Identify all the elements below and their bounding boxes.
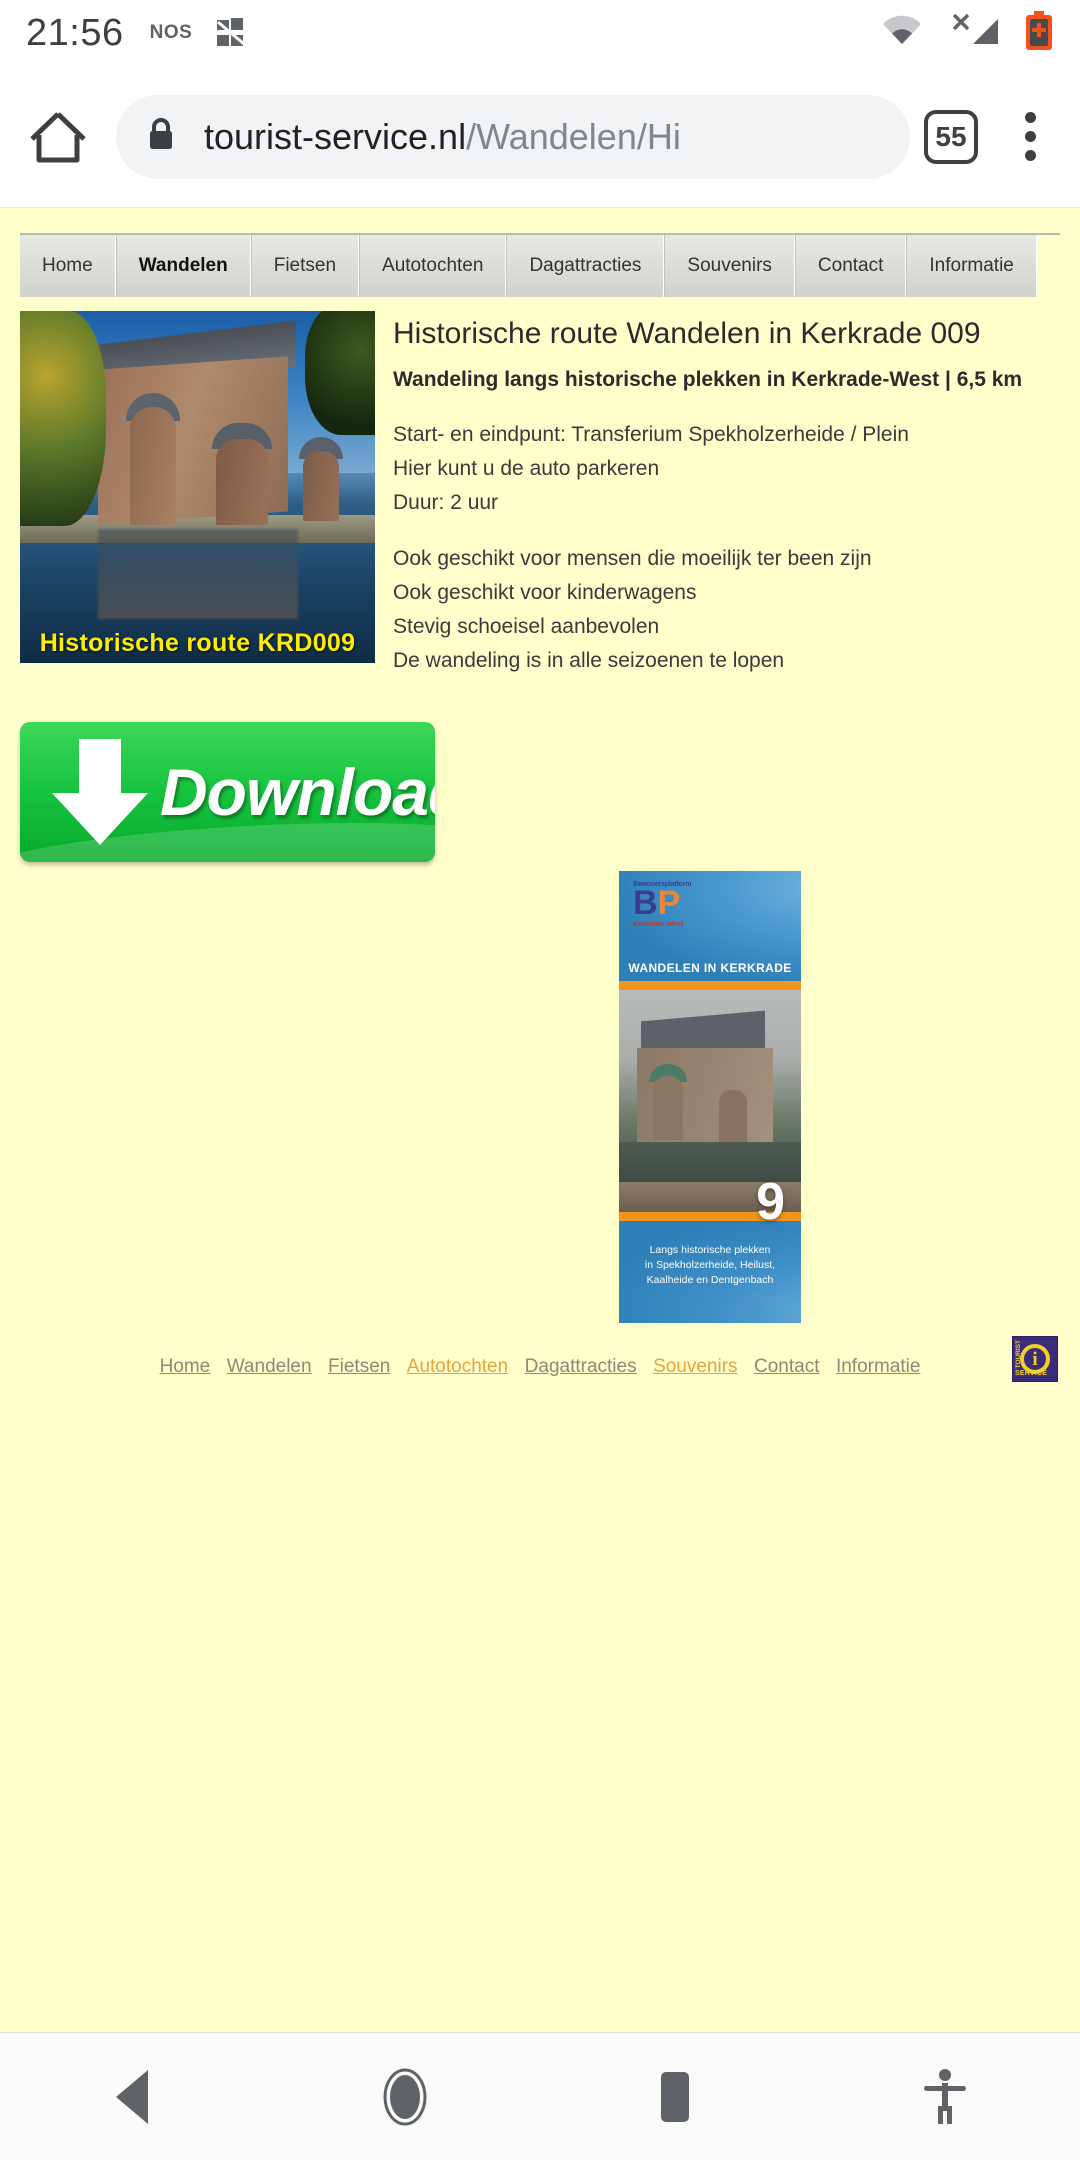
tab-switcher-button[interactable]: 55 [924,109,978,164]
photo-tree-right [305,311,375,435]
home-button[interactable] [345,2047,465,2147]
badge-letter-i: i [1032,1348,1038,1370]
bewonersplatform-logo: Bewonersplatform BP Kerkrade-West [633,881,691,928]
route-duration: Duur: 2 uur [393,490,499,514]
status-bar-notification-label: NOS [149,22,193,43]
brochure-footer-line-2: in Spekholzerheide, Heilust, [644,1258,776,1271]
site-tab-informatie[interactable]: Informatie [906,235,1037,297]
tourist-service-logo[interactable]: TOURIST i SERVICE [1012,1336,1058,1382]
status-bar-clock: 21:56 [26,11,124,54]
brochure-header: Bewonersplatform BP Kerkrade-West WANDEL… [619,871,801,981]
site-tab-fietsen[interactable]: Fietsen [250,235,360,297]
wifi-icon [880,14,924,53]
footer-link-contact[interactable]: Contact [754,1356,819,1377]
route-info-paragraph: Start- en eindpunt: Transferium Spekholz… [393,418,1060,520]
brochure-footer-line-1: Langs historische plekken [649,1244,771,1256]
footer-link-autotochten[interactable]: Autotochten [407,1356,508,1377]
logo-letter-b: B [633,884,658,922]
route-accessibility-paragraph: Ook geschikt voor mensen die moeilijk te… [393,542,1060,678]
photo-turret-2 [216,439,268,525]
web-page-content: Home Wandelen Fietsen Autotochten Dagatt… [0,208,1080,2032]
brochure-footer-line-3: Kaalheide en Dentgenbach [646,1273,774,1286]
route-start-end: Start- en eindpunt: Transferium Spekholz… [393,422,909,446]
lock-icon [146,116,176,157]
footer-link-dagattracties[interactable]: Dagattracties [525,1356,637,1377]
photo-turret-3 [303,451,339,521]
app-notification-icon [214,16,248,50]
badge-word-bottom: SERVICE [1015,1370,1048,1377]
kasteel-erenstein-photo: Historische route KRD009 [20,311,375,663]
photo-caption: Historische route KRD009 [39,629,356,657]
route-season-note: De wandeling is in alle seizoenen te lop… [393,648,785,672]
brochure-footer-text: Langs historische plekken in Spekholzerh… [619,1243,801,1288]
browser-toolbar: tourist-service.nl/Wandelen/Hi 55 [0,66,1080,208]
download-button[interactable]: Download [20,721,435,862]
brochure-route-number: 9 [756,1173,785,1231]
article-area: Historische route KRD009 Historische rou… [0,297,1080,700]
url-path: /Wandelen/Hi [466,115,681,157]
site-footer-links: Home Wandelen Fietsen Autotochten Dagatt… [0,1356,1080,1378]
route-parking: Hier kunt u de auto parkeren [393,456,660,480]
brochure-divider-top [619,981,801,990]
page-subtitle: Wandeling langs historische plekken in K… [393,367,1023,391]
brochure-footer: Langs historische plekken in Spekholzerh… [619,1221,801,1323]
three-dot-menu-icon[interactable] [1002,101,1058,173]
site-nav-tabs: Home Wandelen Fietsen Autotochten Dagatt… [20,233,1060,297]
logo-initials: BP [633,886,691,920]
photo-reflection [98,529,298,620]
footer-link-souvenirs[interactable]: Souvenirs [653,1356,738,1377]
site-tab-contact[interactable]: Contact [794,235,907,297]
footer-link-wandelen[interactable]: Wandelen [227,1356,312,1377]
logo-bottom-text: Kerkrade-West [633,918,684,928]
url-domain: tourist-service.nl [204,115,467,157]
left-column: Historische route KRD009 [20,311,375,700]
site-tab-home[interactable]: Home [20,235,116,297]
battery-charging-icon [1024,10,1054,56]
brochure-divider-bottom: 9 [619,1176,801,1228]
photo-tree-left [20,311,106,526]
logo-letter-p: P [657,884,681,922]
footer-link-home[interactable]: Home [160,1356,211,1377]
download-button-label: Download [160,754,435,829]
status-bar-icons [880,10,1054,56]
download-area: Download [20,721,1080,862]
site-tab-souvenirs[interactable]: Souvenirs [664,235,795,297]
route-mobility-note: Ook geschikt voor mensen die moeilijk te… [393,546,872,570]
android-navigation-bar [0,2032,1080,2160]
footer-link-informatie[interactable]: Informatie [836,1356,920,1377]
photo-turret-1 [130,407,176,525]
download-arrow-icon [46,733,154,851]
badge-word-top: TOURIST [1015,1340,1022,1369]
back-button[interactable] [75,2047,195,2147]
right-column: Historische route Wandelen in Kerkrade 0… [375,311,1060,700]
site-tab-wandelen[interactable]: Wandelen [115,235,251,297]
page-title: Historische route Wandelen in Kerkrade 0… [393,317,981,350]
status-bar: 21:56 NOS [0,0,1080,66]
no-sim-icon [946,13,1002,54]
route-footwear-note: Stevig schoeisel aanbevolen [393,614,660,638]
site-tab-dagattracties[interactable]: Dagattracties [506,235,665,297]
brochure-title: WANDELEN IN KERKRADE [628,961,792,975]
route-stroller-note: Ook geschikt voor kinderwagens [393,580,697,604]
url-text: tourist-service.nl/Wandelen/Hi [204,116,681,158]
footer-link-fietsen[interactable]: Fietsen [328,1356,390,1377]
home-icon[interactable] [22,101,94,173]
brochure-thumbnail[interactable]: Bewonersplatform BP Kerkrade-West WANDEL… [619,871,801,1323]
url-bar[interactable]: tourist-service.nl/Wandelen/Hi [116,94,910,179]
recents-button[interactable] [615,2047,735,2147]
site-tab-autotochten[interactable]: Autotochten [359,235,507,297]
phone-screen: 21:56 NOS tourist-service.nl/Wandelen/Hi… [0,0,1080,2160]
accessibility-button[interactable] [885,2047,1005,2147]
